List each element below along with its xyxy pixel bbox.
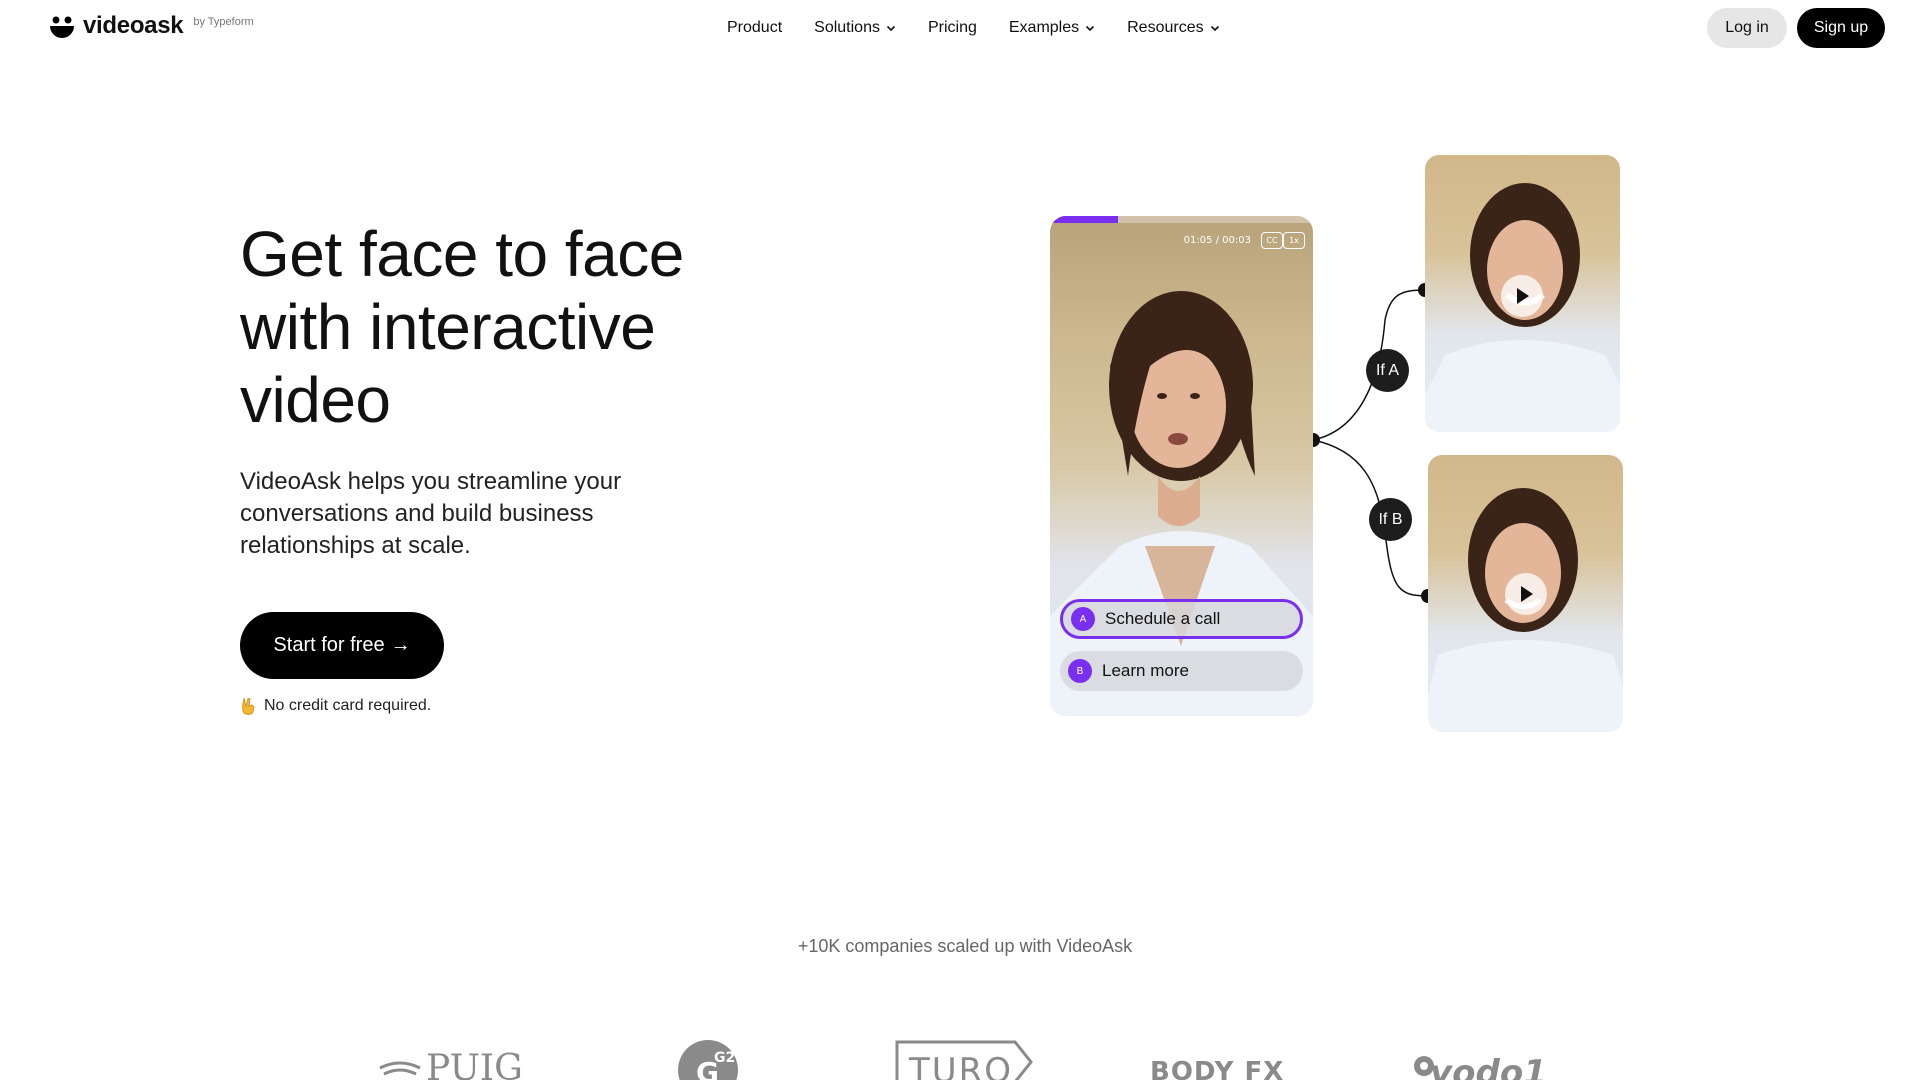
- choice-letter-a: A: [1071, 607, 1095, 631]
- bodyfx-logo-text: BODY FX: [1150, 1057, 1284, 1080]
- main-nav: Product Solutions Pricing Examples Resou…: [727, 16, 1220, 40]
- branch-label-a: If A: [1366, 349, 1409, 392]
- logo-puig: PUIG: [378, 1038, 528, 1080]
- logo-vodo: vodo1: [1410, 1038, 1550, 1080]
- play-button-a[interactable]: [1501, 275, 1543, 317]
- branch-label-b: If B: [1369, 498, 1412, 541]
- signup-button[interactable]: Sign up: [1797, 8, 1885, 48]
- turo-logo-text: TURO: [908, 1051, 1013, 1080]
- presenter-video-frame: [1050, 291, 1313, 716]
- turo-logo-icon: TURO: [895, 1040, 1033, 1080]
- vodo-logo-text: vodo1: [1430, 1053, 1547, 1080]
- nav-solutions[interactable]: Solutions: [814, 16, 896, 40]
- nav-resources[interactable]: Resources: [1127, 16, 1219, 40]
- vodo-logo-icon: vodo1: [1414, 1053, 1547, 1080]
- start-for-free-button[interactable]: Start for free →: [240, 612, 444, 679]
- arrow-right-icon: →: [390, 634, 411, 656]
- choice-option-a[interactable]: A Schedule a call: [1060, 599, 1303, 639]
- logo-turo: TURO: [895, 1038, 1035, 1080]
- chevron-down-icon: [886, 25, 896, 32]
- play-icon: [1517, 288, 1529, 304]
- puig-logo-icon: PUIG: [379, 1048, 523, 1080]
- chevron-down-icon: [1210, 25, 1219, 32]
- brand-name: videoask: [83, 12, 184, 39]
- choice-option-b[interactable]: B Learn more: [1060, 651, 1303, 691]
- site-header: videoask by Typeform Product Solutions P…: [0, 0, 1920, 56]
- victory-hand-icon: [242, 697, 255, 715]
- logo-bodyfx: BODY FX: [1148, 1038, 1298, 1080]
- chevron-down-icon: [1086, 25, 1095, 32]
- nav-product[interactable]: Product: [727, 16, 782, 40]
- g2-logo-icon: G G2: [678, 1040, 738, 1080]
- brand-logo[interactable]: videoask by Typeform: [49, 14, 254, 40]
- nav-solutions-label: Solutions: [814, 19, 880, 36]
- video-player[interactable]: 01:05 / 00:03 CC 1x A Schedule a call B …: [1050, 216, 1313, 716]
- logo-g2: G G2: [676, 1038, 740, 1080]
- bodyfx-logo-icon: BODY FX: [1150, 1057, 1284, 1080]
- hero-title-line-3: video: [240, 364, 391, 436]
- nav-examples[interactable]: Examples: [1009, 16, 1095, 40]
- login-button[interactable]: Log in: [1707, 8, 1787, 48]
- no-credit-card-note: No credit card required.: [240, 697, 431, 715]
- nav-examples-label: Examples: [1008, 19, 1080, 36]
- choice-label-b: Learn more: [1102, 661, 1189, 680]
- video-thumbnail-b[interactable]: [1428, 455, 1623, 732]
- g2-logo-text: G2: [714, 1050, 735, 1066]
- hero-title-line-1: Get face to face: [240, 218, 684, 290]
- start-for-free-label: Start for free: [273, 634, 385, 656]
- hero-subtitle: VideoAsk helps you streamline your conve…: [240, 468, 622, 559]
- nav-product-label: Product: [727, 19, 783, 36]
- play-button-b[interactable]: [1505, 573, 1547, 615]
- nav-pricing-label: Pricing: [927, 19, 977, 36]
- play-icon: [1521, 586, 1533, 602]
- no-credit-card-text: No credit card required.: [264, 697, 432, 714]
- hero-title: Get face to face with interactive video: [240, 218, 760, 437]
- video-thumbnail-a[interactable]: [1425, 155, 1620, 432]
- hero-title-line-2: with interactive: [240, 291, 656, 363]
- nav-pricing[interactable]: Pricing: [928, 16, 977, 40]
- choice-letter-b: B: [1068, 659, 1092, 683]
- brand-by-typeform: by Typeform: [193, 16, 254, 28]
- nav-resources-label: Resources: [1127, 19, 1204, 36]
- videoask-logo-icon: [50, 16, 74, 38]
- companies-tagline: +10K companies scaled up with VideoAsk: [797, 936, 1133, 956]
- choice-label-a: Schedule a call: [1105, 609, 1221, 628]
- puig-logo-text: PUIG: [426, 1048, 523, 1080]
